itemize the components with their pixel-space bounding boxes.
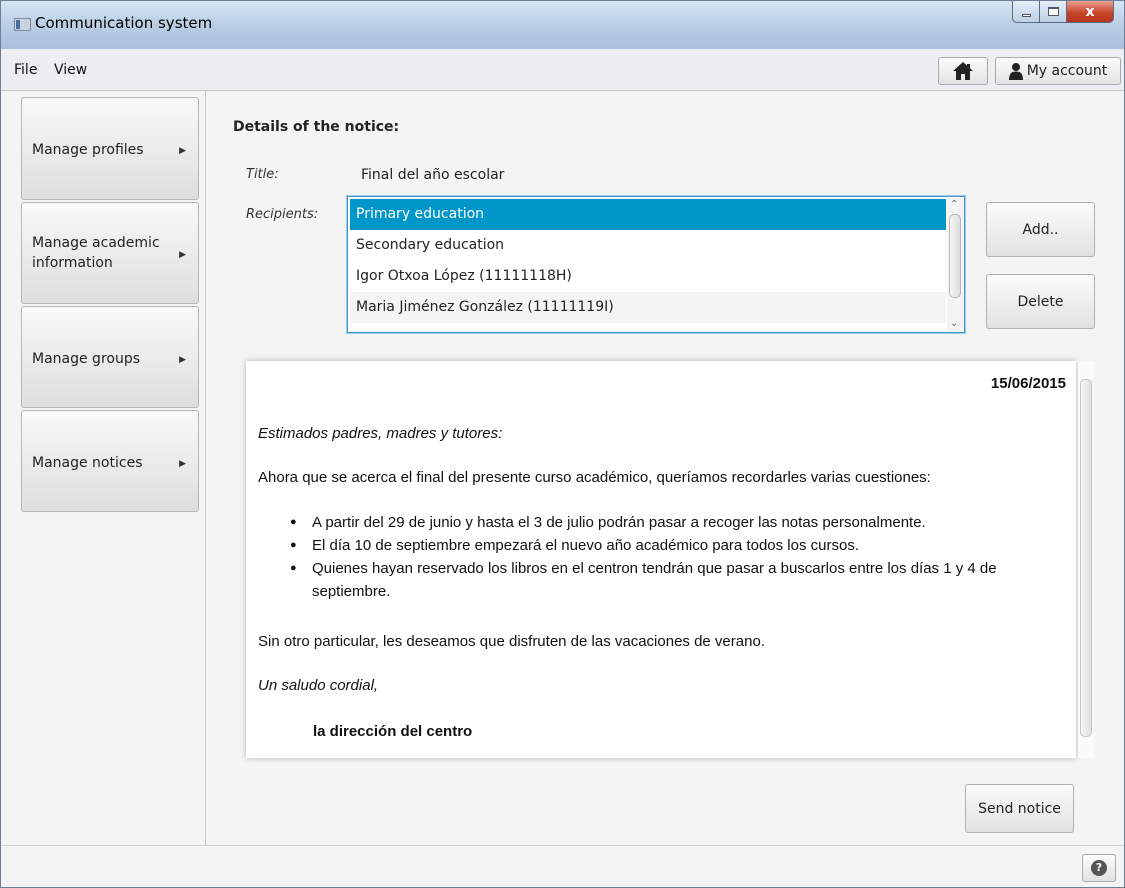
sidebar-item-label: Manage academic information: [32, 235, 160, 271]
status-bar: ?: [1, 845, 1124, 887]
chevron-right-icon: ▶: [179, 355, 186, 365]
home-icon: [953, 62, 973, 80]
maximize-icon: [1047, 7, 1059, 16]
notice-body[interactable]: 15/06/2015 Estimados padres, madres y tu…: [246, 361, 1076, 758]
sidebar-item-label: Manage groups: [32, 351, 141, 367]
help-icon: ?: [1091, 860, 1107, 876]
notice-details-heading: Details of the notice:: [233, 119, 400, 135]
sidebar-item-manage-groups[interactable]: Manage groups ▶: [21, 306, 199, 408]
notice-title-value: Final del año escolar: [361, 167, 505, 183]
menu-bar: File View My account: [1, 49, 1124, 91]
scrollbar-thumb[interactable]: [949, 214, 961, 298]
notice-salutation: Un saludo cordial,: [258, 677, 379, 694]
recipients-list[interactable]: Primary education Secondary education Ig…: [347, 196, 965, 333]
notice-signature: la dirección del centro: [313, 723, 473, 740]
close-icon: x: [1085, 3, 1095, 20]
my-account-label: My account: [1026, 63, 1108, 79]
app-window: Communication system x File View My acco…: [0, 0, 1125, 888]
scroll-down-icon[interactable]: ⌄: [950, 318, 958, 330]
app-icon: [14, 18, 31, 31]
list-item[interactable]: Primary education: [350, 199, 946, 230]
notice-intro: Ahora que se acerca el final del present…: [258, 469, 931, 486]
user-icon: [1008, 63, 1023, 80]
my-account-button[interactable]: My account: [995, 57, 1121, 85]
list-item[interactable]: Maria Jiménez González (11111119I): [350, 292, 946, 323]
sidebar-item-manage-academic-information[interactable]: Manage academic information ▶: [21, 202, 199, 304]
list-item: El día 10 de septiembre empezará el nuev…: [286, 534, 1061, 557]
chevron-right-icon: ▶: [179, 250, 186, 260]
title-bar: Communication system x: [1, 1, 1124, 49]
sidebar: Manage profiles ▶ Manage academic inform…: [1, 91, 206, 845]
notice-greeting: Estimados padres, madres y tutores:: [258, 425, 503, 442]
sidebar-item-label: Manage notices: [32, 455, 143, 471]
help-button[interactable]: ?: [1082, 854, 1116, 882]
recipients-scrollbar[interactable]: ⌃ ⌄: [947, 198, 963, 331]
list-item: A partir del 29 de junio y hasta el 3 de…: [286, 511, 1061, 534]
notice-closing: Sin otro particular, les deseamos que di…: [258, 633, 765, 650]
window-title: Communication system: [35, 14, 213, 32]
list-item[interactable]: Secondary education: [350, 230, 946, 261]
recipients-label: Recipients:: [246, 207, 319, 222]
window-controls: x: [1012, 1, 1114, 23]
sidebar-item-manage-notices[interactable]: Manage notices ▶: [21, 410, 199, 512]
title-label: Title:: [246, 167, 279, 182]
sidebar-item-manage-profiles[interactable]: Manage profiles ▶: [21, 97, 199, 200]
maximize-button[interactable]: [1040, 1, 1067, 23]
list-item: Quienes hayan reservado los libros en el…: [286, 557, 1061, 603]
notice-scrollbar[interactable]: [1078, 361, 1094, 758]
notice-date: 15/06/2015: [990, 375, 1066, 392]
minimize-button[interactable]: [1012, 1, 1040, 23]
scrollbar-thumb[interactable]: [1080, 379, 1092, 737]
scroll-up-icon[interactable]: ⌃: [950, 199, 958, 211]
chevron-right-icon: ▶: [179, 459, 186, 469]
menu-file[interactable]: File: [14, 62, 37, 78]
close-button[interactable]: x: [1067, 1, 1114, 23]
minimize-icon: [1021, 13, 1031, 17]
notice-bullet-list: A partir del 29 de junio y hasta el 3 de…: [286, 511, 1061, 603]
menu-view[interactable]: View: [54, 62, 87, 78]
send-notice-button[interactable]: Send notice: [965, 784, 1074, 833]
list-item[interactable]: Igor Otxoa López (11111118H): [350, 261, 946, 292]
home-button[interactable]: [938, 57, 988, 85]
sidebar-item-label: Manage profiles: [32, 142, 144, 158]
delete-recipient-button[interactable]: Delete: [986, 274, 1095, 329]
chevron-right-icon: ▶: [179, 146, 186, 156]
add-recipient-button[interactable]: Add..: [986, 202, 1095, 257]
